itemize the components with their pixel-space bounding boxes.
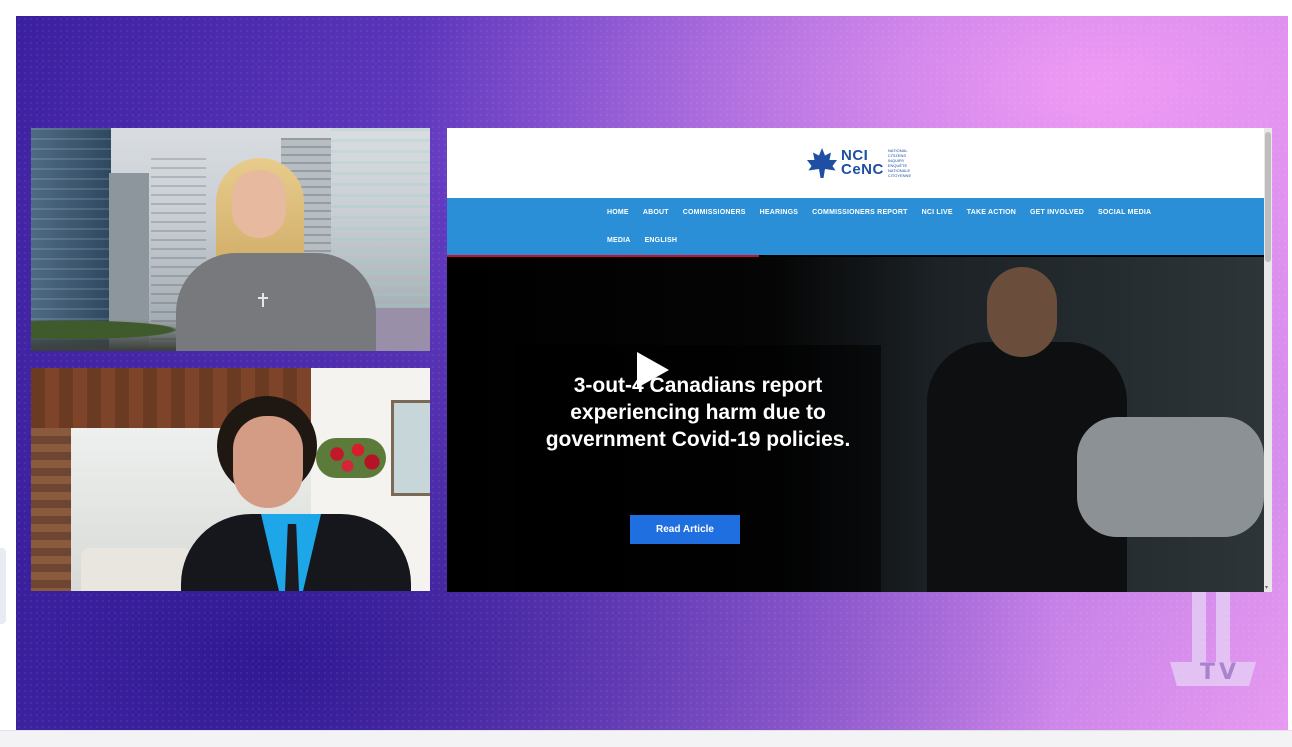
guest-face	[233, 416, 303, 508]
nav-item-commissioners-report[interactable]: COMMISSIONERS REPORT	[812, 209, 907, 216]
logo-subtext: NATIONAL CITIZENS INQUIRY ENQUÊTE NATION…	[888, 148, 914, 178]
nav-item-take-action[interactable]: TAKE ACTION	[967, 209, 1016, 216]
hero-image-man	[907, 257, 1264, 592]
scroll-down-icon[interactable]: ▾	[1265, 585, 1271, 591]
host-person	[176, 158, 386, 351]
site-logo[interactable]: NCI CeNC NATIONAL CITIZENS INQUIRY ENQUÊ…	[807, 148, 914, 178]
logo-pillar-right	[1216, 592, 1230, 662]
sofa	[81, 548, 191, 591]
bottom-page-strip	[0, 730, 1292, 747]
host-face	[232, 170, 286, 238]
man-head	[987, 267, 1057, 357]
nav-item-about[interactable]: ABOUT	[643, 209, 669, 216]
site-nav: HOME ABOUT COMMISSIONERS HEARINGS COMMISSION…	[447, 198, 1264, 255]
nav-row-secondary: MEDIA ENGLISH	[607, 237, 677, 244]
tv-network-logo: TV	[1170, 592, 1256, 688]
read-article-button[interactable]: Read Article	[630, 515, 740, 544]
brick-wall	[31, 428, 71, 591]
side-edge-tab	[0, 548, 6, 624]
screen-share-website: NCI CeNC NATIONAL CITIZENS INQUIRY ENQUÊ…	[447, 128, 1272, 592]
logo-text: NCI CeNC	[841, 148, 884, 178]
logo-cenc: CeNC	[841, 161, 884, 178]
nav-item-english[interactable]: ENGLISH	[645, 237, 678, 244]
nav-row-primary: HOME ABOUT COMMISSIONERS HEARINGS COMMISSION…	[607, 209, 1151, 216]
nav-item-social-media[interactable]: SOCIAL MEDIA	[1098, 209, 1151, 216]
scrollbar-thumb[interactable]	[1265, 132, 1271, 262]
logo-pillar-left	[1192, 592, 1206, 662]
cross-necklace	[262, 293, 264, 307]
site-header: NCI CeNC NATIONAL CITIZENS INQUIRY ENQUÊ…	[447, 128, 1264, 198]
nav-item-get-involved[interactable]: GET INVOLVED	[1030, 209, 1084, 216]
nav-item-commissioners[interactable]: COMMISSIONERS	[683, 209, 746, 216]
logo-sub-en: NATIONAL CITIZENS INQUIRY	[887, 148, 908, 163]
logo-tv-text: TV	[1200, 660, 1241, 685]
maple-leaf-logo	[807, 148, 837, 178]
play-icon[interactable]	[637, 352, 669, 388]
hero-section: 3-out-4 Canadians report experiencing ha…	[447, 257, 1264, 592]
hero-headline: 3-out-4 Canadians report experiencing ha…	[545, 374, 851, 451]
nav-item-hearings[interactable]: HEARINGS	[760, 209, 799, 216]
page-scrollbar[interactable]: ▾	[1264, 128, 1272, 592]
video-feed-guest	[31, 368, 430, 591]
video-feed-host	[31, 128, 430, 351]
nav-item-home[interactable]: HOME	[607, 209, 629, 216]
man-legs	[1077, 417, 1264, 537]
guest-person	[181, 396, 411, 591]
host-body	[176, 253, 376, 351]
nav-item-nci-live[interactable]: NCI LIVE	[922, 209, 953, 216]
cross-necklace-bar	[258, 297, 268, 299]
logo-sub-fr: ENQUÊTE NATIONALE CITOYENNE	[887, 163, 912, 178]
nav-item-media[interactable]: MEDIA	[607, 237, 631, 244]
